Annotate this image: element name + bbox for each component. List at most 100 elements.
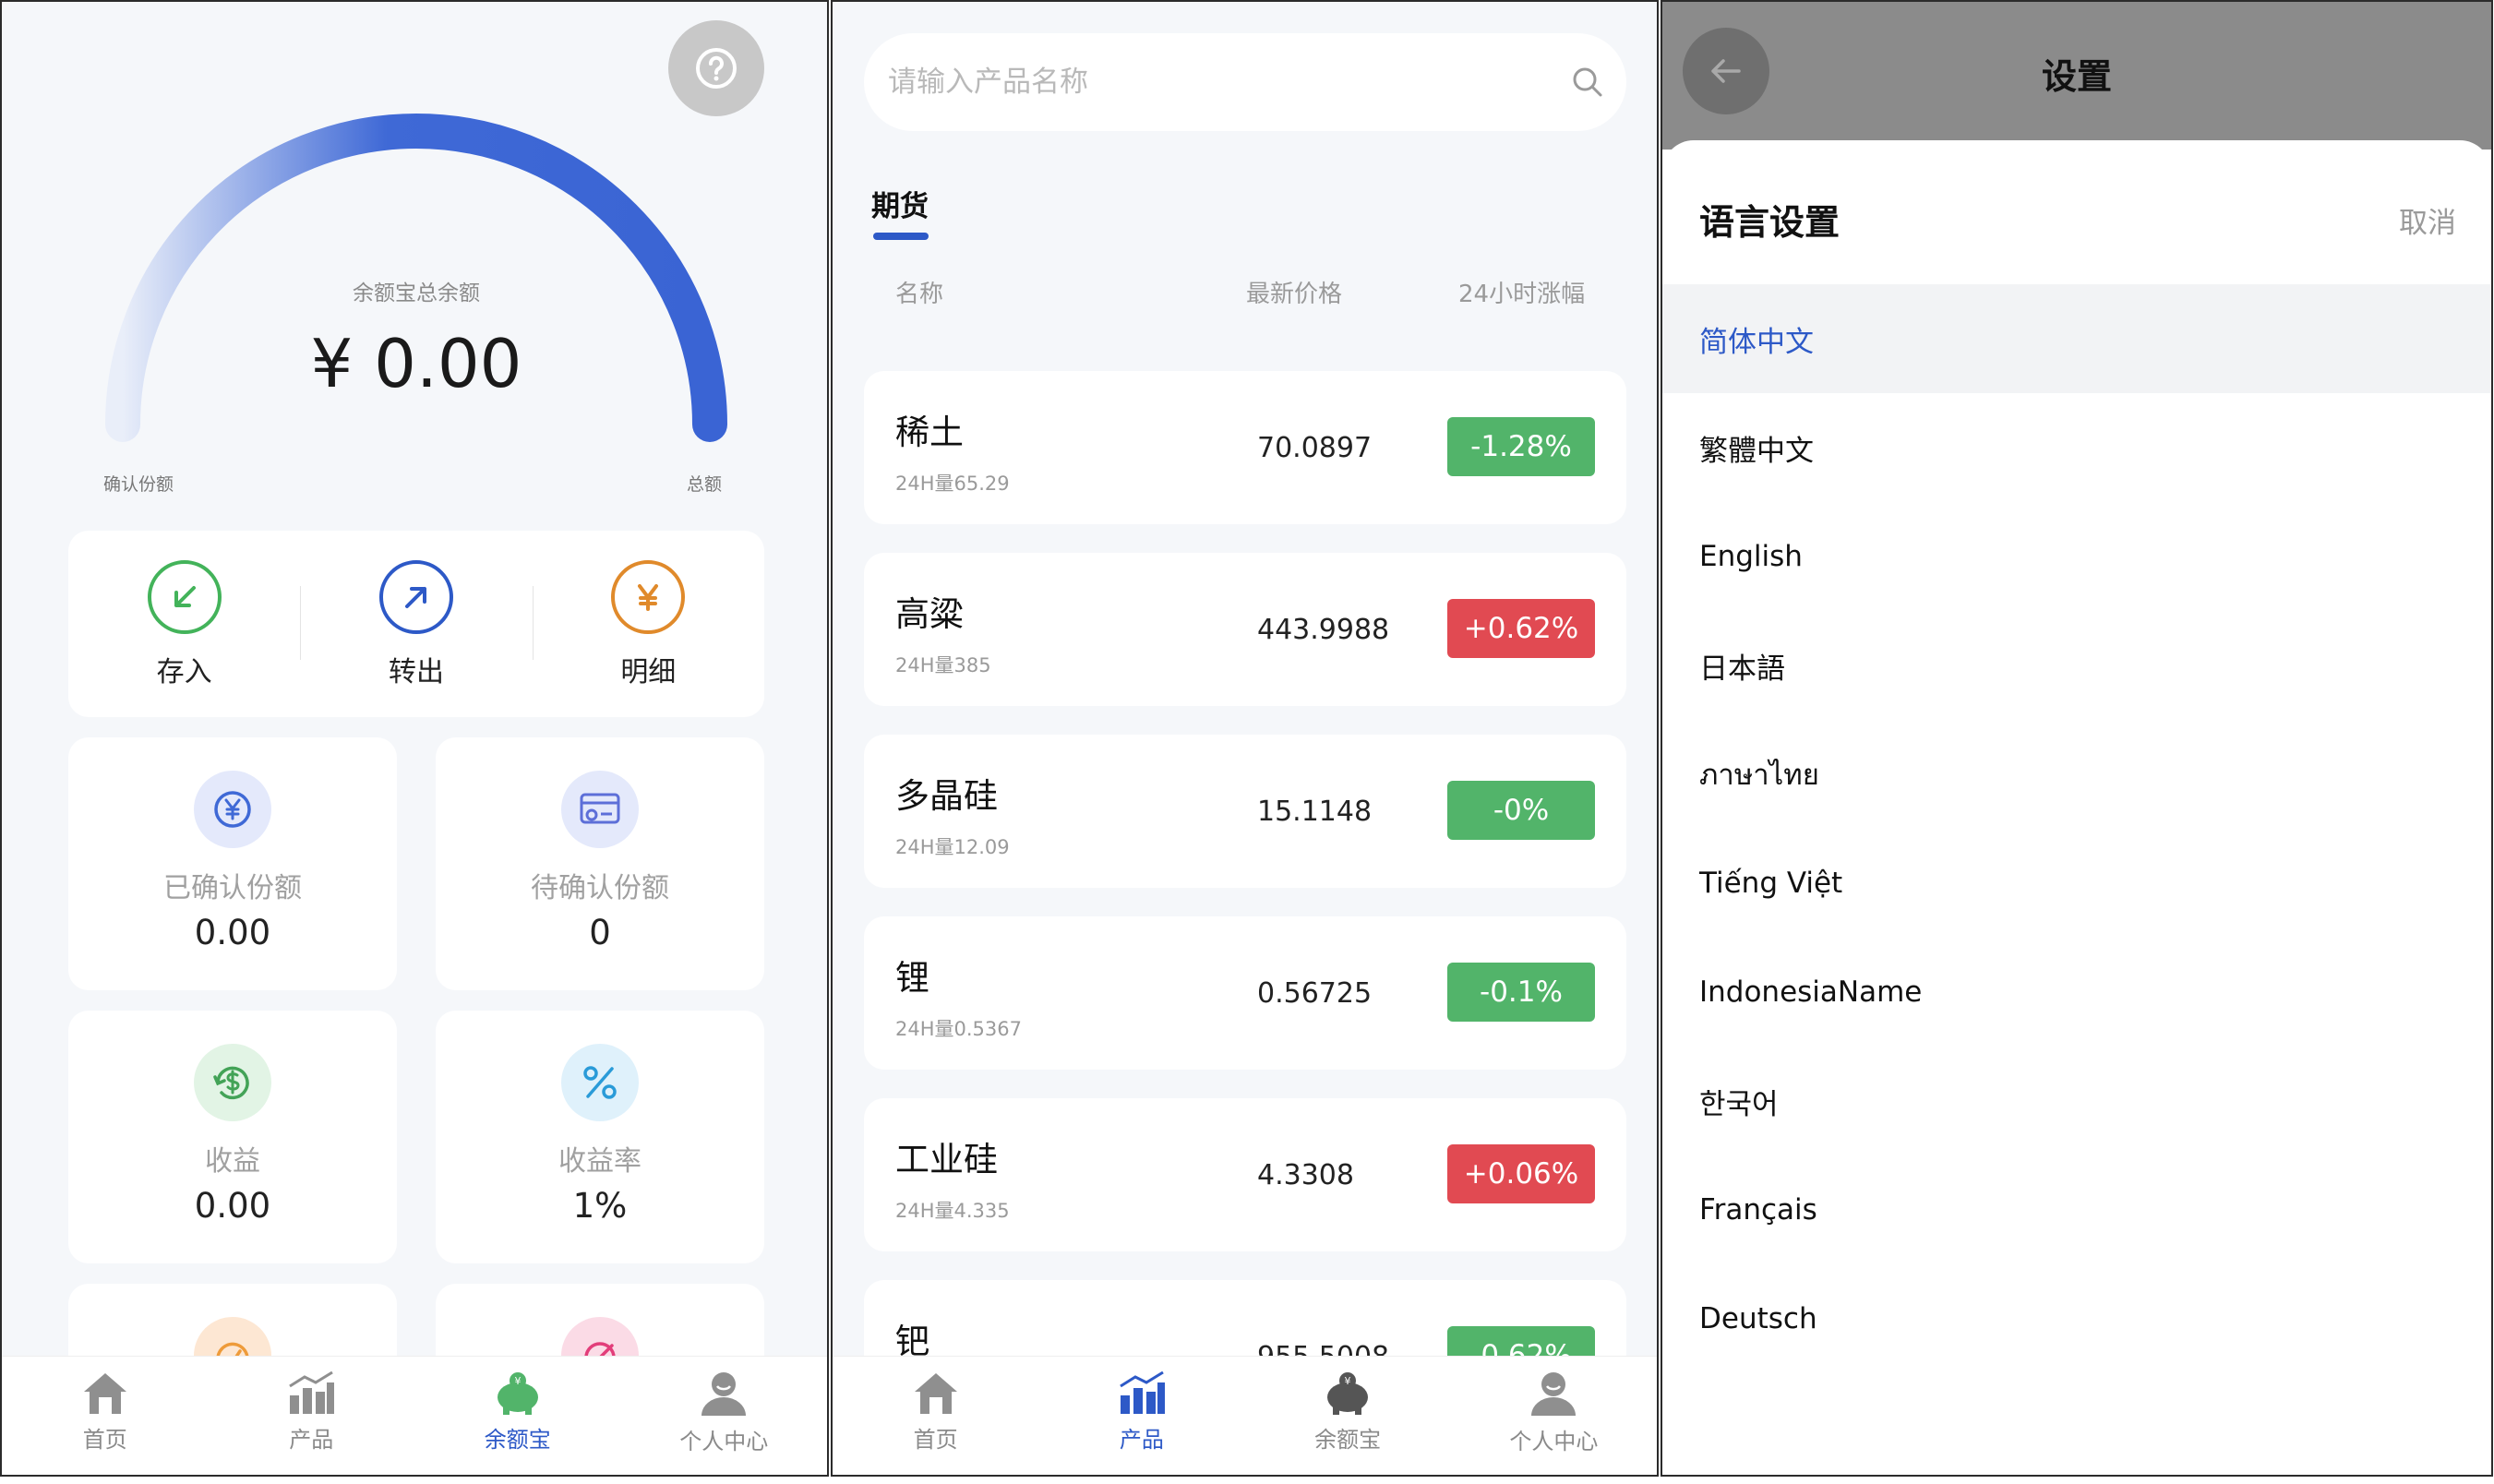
tab-label: 首页 [82, 1427, 127, 1453]
balance-amount: ¥ 0.00 [310, 325, 522, 402]
tab-balance[interactable]: ¥ 余额宝 [414, 1357, 621, 1475]
language-option-de[interactable]: Deutsch [1662, 1264, 2491, 1373]
piggy-bank-icon: ¥ [1327, 1372, 1369, 1415]
language-sheet: 语言设置 取消 简体中文 繁體中文 English 日本語 ภาษาไทย Ti… [1662, 140, 2491, 1475]
column-header-name: 名称 [895, 281, 944, 308]
sheet-title: 语言设置 [1699, 202, 1841, 243]
product-name: 多晶硅 [895, 776, 998, 816]
card-value: 0 [589, 913, 611, 952]
piggy-bank-icon: ¥ [497, 1372, 538, 1415]
tab-profile[interactable]: 个人中心 [621, 1357, 828, 1475]
language-option-fr[interactable]: Français [1662, 1155, 2491, 1264]
tab-futures[interactable]: 期货 [871, 183, 929, 224]
language-option-vi[interactable]: Tiếng Việt [1662, 829, 2491, 938]
tab-label: 产品 [289, 1427, 334, 1453]
search-bar [864, 33, 1626, 131]
product-name: 锂 [895, 958, 929, 998]
tab-indicator [873, 233, 929, 240]
language-option-id[interactable]: IndonesiaName [1662, 938, 2491, 1047]
details-label: 明细 [620, 656, 677, 688]
column-header-change: 24小时涨幅 [1458, 281, 1586, 308]
bottom-tabbar: 首页 产品 ¥ 余额宝 个人中心 [2, 1356, 827, 1475]
tab-profile[interactable]: 个人中心 [1451, 1357, 1657, 1475]
tab-products[interactable]: 产品 [209, 1357, 415, 1475]
balance-screen: 余额宝总余额 ¥ 0.00 确认份额 总额 存入 转出 明细 已确认份额 0.0… [0, 0, 829, 1477]
tab-label: 个人中心 [679, 1429, 769, 1454]
language-option-zh-hans[interactable]: 简体中文 [1662, 284, 2491, 393]
tab-home[interactable]: 首页 [833, 1357, 1038, 1475]
deposit-label: 存入 [156, 656, 212, 688]
language-option-en[interactable]: English [1662, 502, 2491, 611]
arrow-down-left-icon [174, 586, 196, 607]
product-row[interactable]: 稀土 24H量65.29 70.0897 -1.28% [864, 371, 1626, 524]
deposit-button[interactable]: 存入 [68, 531, 300, 717]
svg-text:¥: ¥ [514, 1375, 521, 1387]
product-volume: 24H量12.09 [895, 836, 1010, 858]
product-name: 高粱 [895, 594, 964, 634]
percent-icon [561, 1044, 639, 1121]
product-price: 70.0897 [1257, 432, 1373, 464]
product-name: 稀土 [895, 413, 964, 452]
yen-coin-icon [194, 771, 271, 848]
details-button[interactable]: 明细 [532, 531, 764, 717]
yield-rate-card[interactable]: 收益率 1% [436, 1011, 764, 1263]
product-row[interactable]: 多晶硅 24H量12.09 15.1148 -0% [864, 735, 1626, 888]
card-icon [561, 771, 639, 848]
change-badge: -1.28% [1447, 417, 1595, 476]
cancel-button[interactable]: 取消 [2399, 199, 2456, 241]
product-volume: 24H量385 [895, 654, 991, 676]
bottom-tabbar: 首页 产品 ¥ 余额宝 个人中心 [833, 1356, 1657, 1475]
withdraw-label: 转出 [388, 656, 444, 688]
svg-text:¥: ¥ [1345, 1375, 1351, 1387]
language-option-ja[interactable]: 日本語 [1662, 611, 2491, 720]
tab-products[interactable]: 产品 [1038, 1357, 1244, 1475]
tab-home[interactable]: 首页 [2, 1357, 209, 1475]
user-icon [1531, 1372, 1577, 1416]
tab-label: 首页 [913, 1427, 958, 1453]
change-badge: -0.1% [1447, 963, 1595, 1022]
product-price: 15.1148 [1257, 796, 1373, 828]
change-badge: +0.62% [1447, 599, 1595, 658]
products-screen: 期货 名称 最新价格 24小时涨幅 稀土 24H量65.29 70.0897 -… [831, 0, 1659, 1477]
tab-label: 余额宝 [1314, 1427, 1382, 1453]
card-value: 1% [572, 1186, 628, 1226]
tab-label: 产品 [1119, 1427, 1164, 1453]
dollar-refresh-icon [194, 1044, 271, 1121]
home-icon [914, 1373, 957, 1414]
earnings-card[interactable]: 收益 0.00 [68, 1011, 397, 1263]
search-icon[interactable] [1569, 64, 1606, 101]
card-title: 收益率 [558, 1145, 641, 1178]
product-row[interactable]: 高粱 24H量385 443.9988 +0.62% [864, 553, 1626, 706]
bar-chart-icon [1120, 1370, 1165, 1414]
card-value: 0.00 [194, 1186, 271, 1226]
card-value: 0.00 [194, 913, 271, 952]
pending-shares-card[interactable]: 待确认份额 0 [436, 737, 764, 990]
arrow-up-right-icon [404, 587, 426, 608]
question-icon [696, 48, 737, 89]
withdraw-button[interactable]: 转出 [300, 531, 532, 717]
help-button[interactable] [668, 20, 764, 116]
home-icon [83, 1373, 126, 1414]
balance-actions: 存入 转出 明细 [68, 531, 764, 717]
user-icon [701, 1372, 747, 1416]
change-badge: +0.06% [1447, 1144, 1595, 1203]
card-title: 待确认份额 [531, 872, 669, 904]
language-option-ko[interactable]: 한국어 [1662, 1047, 2491, 1155]
search-input[interactable] [886, 65, 1569, 100]
product-price: 443.9988 [1257, 614, 1390, 646]
product-volume: 24H量65.29 [895, 473, 1010, 495]
product-row[interactable]: 工业硅 24H量4.335 4.3308 +0.06% [864, 1098, 1626, 1251]
confirmed-shares-card[interactable]: 已确认份额 0.00 [68, 737, 397, 990]
tab-label: 个人中心 [1509, 1429, 1599, 1454]
balance-label: 余额宝总余额 [353, 281, 480, 305]
language-option-th[interactable]: ภาษาไทย [1662, 720, 2491, 829]
product-name: 工业硅 [895, 1140, 998, 1179]
tab-label: 余额宝 [484, 1427, 551, 1453]
tab-balance[interactable]: ¥ 余额宝 [1245, 1357, 1451, 1475]
product-row[interactable]: 锂 24H量0.5367 0.56725 -0.1% [864, 916, 1626, 1070]
language-option-zh-hant[interactable]: 繁體中文 [1662, 393, 2491, 502]
product-volume: 24H量0.5367 [895, 1018, 1022, 1040]
settings-screen: 设置 语言设置 取消 简体中文 繁體中文 English 日本語 ภาษาไทย… [1661, 0, 2493, 1477]
column-header-price: 最新价格 [1246, 281, 1343, 308]
product-price: 0.56725 [1257, 977, 1373, 1010]
